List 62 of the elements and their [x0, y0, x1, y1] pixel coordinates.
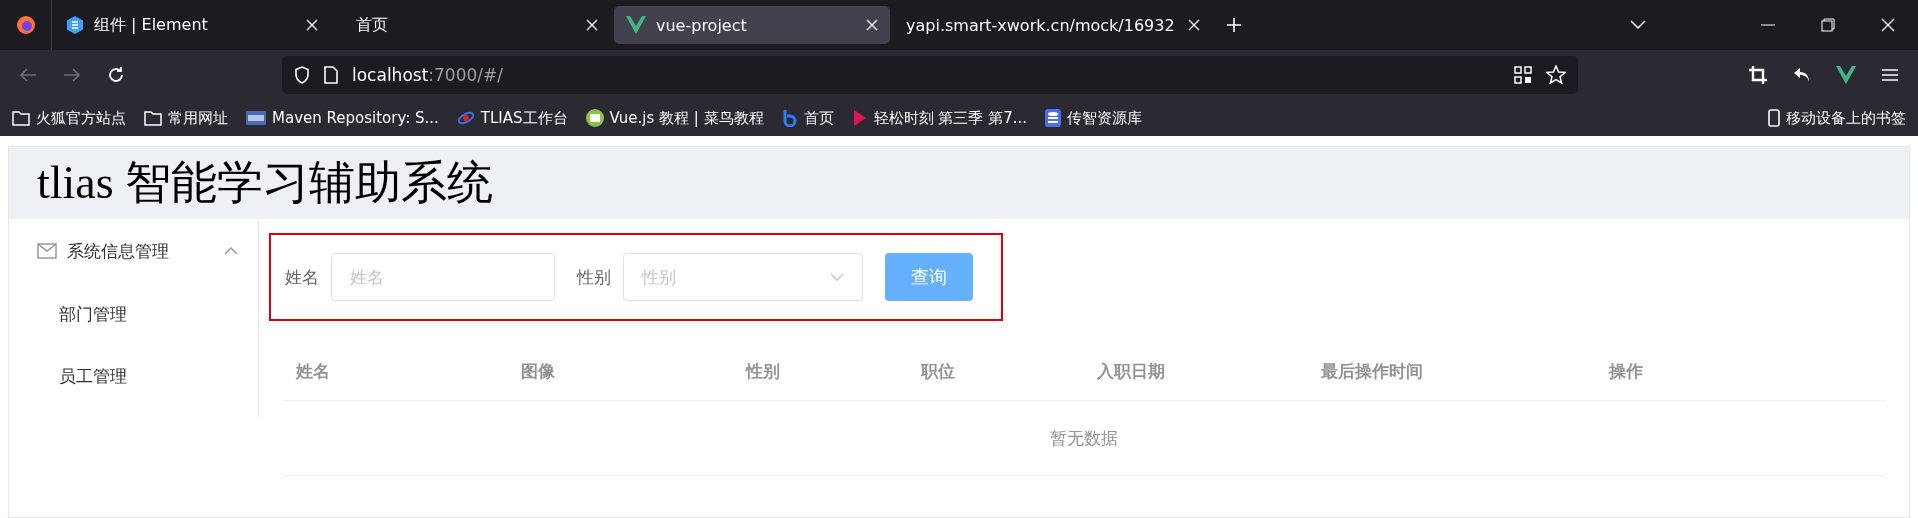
- bookmark-item[interactable]: 常用网址: [144, 108, 228, 128]
- page-icon: [324, 66, 338, 84]
- undo-icon[interactable]: [1793, 67, 1811, 83]
- reload-button[interactable]: [107, 66, 125, 84]
- crop-icon[interactable]: [1749, 66, 1767, 84]
- close-icon[interactable]: [586, 19, 598, 31]
- tab-list-button[interactable]: [1630, 20, 1646, 30]
- shield-icon: [294, 66, 310, 84]
- browser-tab[interactable]: vue-project: [614, 6, 890, 44]
- star-icon[interactable]: [1546, 65, 1566, 85]
- browser-tab[interactable]: 首页: [334, 6, 610, 44]
- mobile-bookmarks-item[interactable]: 移动设备上的书签: [1768, 108, 1906, 128]
- vue-devtools-icon[interactable]: [1835, 66, 1857, 84]
- app-title: tlias 智能学习辅助系统: [37, 156, 494, 210]
- menu-icon[interactable]: [1882, 68, 1898, 82]
- close-window-button[interactable]: [1881, 18, 1895, 32]
- maven-logo-icon: [246, 111, 266, 125]
- bookmark-item[interactable]: 首页: [781, 108, 834, 128]
- close-icon[interactable]: [1188, 19, 1200, 31]
- field-label: 姓名: [285, 265, 319, 289]
- column-header: 操作: [1607, 360, 1644, 383]
- browser-tab[interactable]: 组件 | Element: [54, 6, 330, 44]
- code-logo-icon: [585, 109, 604, 127]
- column-header: 性别: [744, 360, 781, 383]
- swirl-logo-icon: [456, 109, 475, 127]
- qr-code-icon[interactable]: [1514, 66, 1532, 84]
- browser-tab[interactable]: yapi.smart-xwork.cn/mock/16932: [894, 6, 1212, 44]
- bookmark-item[interactable]: Vue.js 教程 | 菜鸟教程: [585, 108, 764, 128]
- bookmark-item[interactable]: TLIAS工作台: [456, 108, 568, 128]
- folder-icon: [144, 110, 162, 126]
- phone-icon: [1768, 109, 1780, 127]
- firefox-logo-icon[interactable]: [15, 15, 36, 35]
- chevron-down-icon: [830, 273, 844, 281]
- menu-group[interactable]: 系统信息管理: [9, 219, 258, 283]
- bookmark-item[interactable]: 传智资源库: [1045, 108, 1143, 128]
- play-logo-icon: [851, 109, 868, 127]
- restore-button[interactable]: [1821, 18, 1835, 32]
- bookmark-item[interactable]: Maven Repository: S...: [246, 109, 439, 127]
- menu-item[interactable]: 员工管理: [9, 345, 258, 407]
- column-header: 入职日期: [1096, 360, 1166, 383]
- hexagon-logo-icon: [66, 15, 84, 35]
- empty-text: 暂无数据: [1050, 426, 1118, 450]
- close-icon[interactable]: [306, 19, 318, 31]
- back-button[interactable]: [19, 67, 37, 83]
- forward-button[interactable]: [63, 67, 81, 83]
- column-header: 图像: [520, 360, 556, 383]
- input-field[interactable]: 姓名: [331, 253, 555, 301]
- new-tab-button[interactable]: [1226, 17, 1242, 33]
- address-bar[interactable]: localhost:7000/#/: [282, 56, 1578, 94]
- b-logo-icon: [781, 109, 798, 127]
- vue-logo-icon: [626, 16, 646, 34]
- database-icon: [1045, 109, 1062, 127]
- column-header: 职位: [919, 360, 956, 383]
- column-header: 姓名: [294, 360, 331, 383]
- field-label: 性别: [577, 265, 611, 289]
- close-icon[interactable]: [866, 19, 878, 31]
- bookmark-item[interactable]: 轻松时刻 第三季 第7...: [851, 108, 1028, 128]
- menu-item[interactable]: 部门管理: [9, 283, 258, 345]
- envelope-icon: [37, 243, 57, 259]
- bookmark-item[interactable]: 火狐官方站点: [12, 108, 126, 128]
- column-header: 最后操作时间: [1320, 360, 1424, 383]
- folder-icon: [12, 110, 30, 126]
